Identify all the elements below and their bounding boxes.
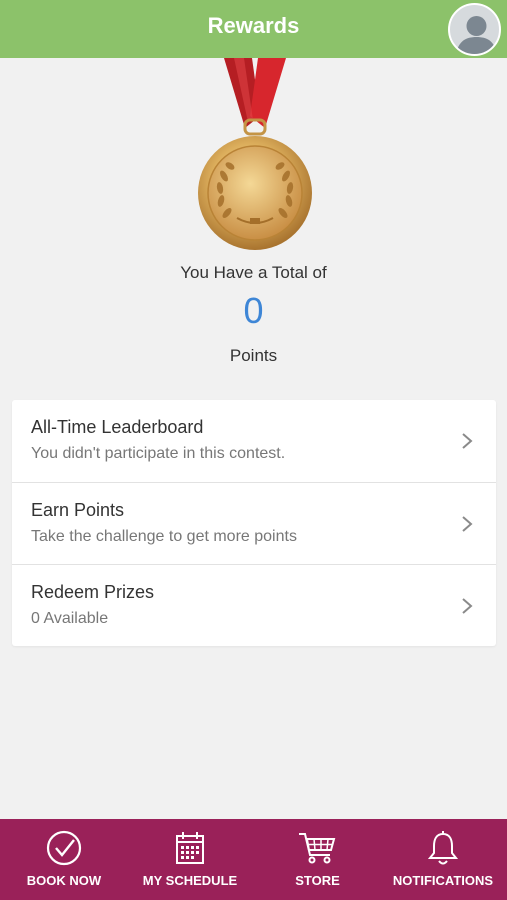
bell-icon [427,831,459,865]
list-item-subtitle: You didn't participate in this contest. [31,445,286,462]
tab-store[interactable]: STORE [265,819,370,900]
chevron-right-icon [462,598,473,614]
tab-label: BOOK NOW [26,873,102,888]
tab-label: MY SCHEDULE [142,873,238,888]
tab-label: NOTIFICATIONS [392,873,494,888]
points-label: Points [229,346,278,365]
calendar-icon [176,832,204,864]
app-header: Rewards [0,0,507,58]
tab-label: STORE [295,873,340,888]
chevron-right-icon [462,516,473,532]
checkmark-circle-icon [46,830,82,866]
list-item-subtitle: Take the challenge to get more points [31,528,297,545]
rewards-menu: All-Time Leaderboard You didn't particip… [12,400,496,646]
tab-notifications[interactable]: NOTIFICATIONS [383,819,503,900]
leaderboard-row[interactable]: All-Time Leaderboard You didn't particip… [12,400,496,482]
chevron-right-icon [462,433,473,449]
total-label: You Have a Total of [180,263,327,282]
tab-book-now[interactable]: BOOK NOW [10,819,118,900]
page-title: Rewards [207,13,300,38]
medal-icon [190,58,320,256]
redeem-prizes-row[interactable]: Redeem Prizes 0 Available [12,564,496,646]
list-item-subtitle: 0 Available [31,610,109,627]
points-value: 0 [243,290,264,331]
bottom-tab-bar: BOOK NOW MY SCHEDULE STORE NOTIFICATIONS [0,819,507,900]
shopping-cart-icon [299,833,336,864]
list-item-title: Redeem Prizes [31,582,155,602]
list-item-title: All-Time Leaderboard [31,417,204,437]
user-avatar-icon[interactable] [448,3,501,56]
list-item-title: Earn Points [31,500,125,520]
tab-my-schedule[interactable]: MY SCHEDULE [130,819,250,900]
earn-points-row[interactable]: Earn Points Take the challenge to get mo… [12,482,496,564]
